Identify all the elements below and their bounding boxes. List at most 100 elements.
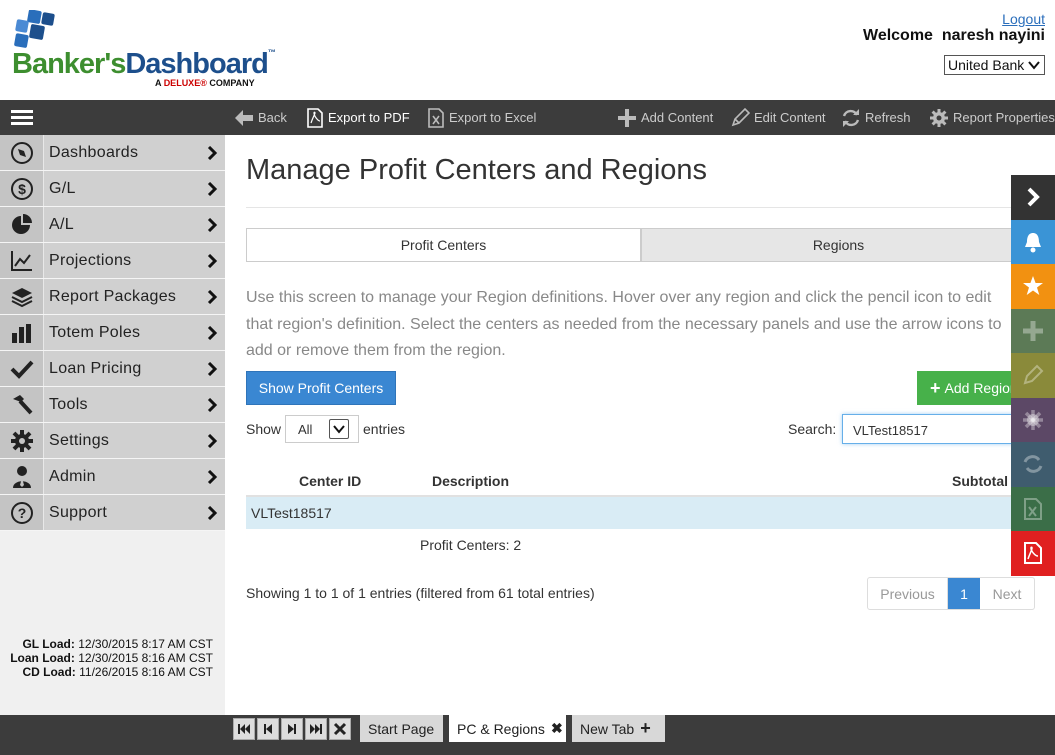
logo-subtitle: A DELUXE® COMPANY xyxy=(155,78,255,88)
export-excel-label: Export to Excel xyxy=(449,110,537,125)
sidebar-item-g-l[interactable]: $ G/L xyxy=(0,171,225,207)
search-input[interactable]: VLTest18517 xyxy=(842,414,1022,444)
sidebar: Dashboards $ G/L A/L Projections Report Packa… xyxy=(0,135,225,715)
column-header-center-id[interactable]: Center ID xyxy=(299,473,361,489)
sidebar-item-report-packages[interactable]: Report Packages xyxy=(0,279,225,315)
cell-center-id: VLTest18517 xyxy=(251,505,332,521)
regions-table: Center ID Description Subtotal VLTest185… xyxy=(246,463,1026,529)
loan-load-label: Loan Load: xyxy=(10,651,75,665)
column-header-subtotal[interactable]: Subtotal xyxy=(952,473,1008,489)
pdf-icon xyxy=(1024,542,1042,565)
quick-refresh-button[interactable] xyxy=(1011,442,1055,487)
logout-link[interactable]: Logout xyxy=(1002,11,1045,27)
refresh-button[interactable]: Refresh xyxy=(841,100,911,135)
table-header: Center ID Description Subtotal xyxy=(246,463,1026,497)
bank-select-value: United Bank xyxy=(948,57,1025,73)
add-content-button[interactable]: Add Content xyxy=(617,100,713,135)
tab-profit-centers[interactable]: Profit Centers xyxy=(246,228,641,262)
edit-content-button[interactable]: Edit Content xyxy=(730,100,826,135)
sidebar-item-support[interactable]: ? Support xyxy=(0,495,225,531)
sidebar-item-admin[interactable]: Admin xyxy=(0,459,225,495)
entries-label: entries xyxy=(363,421,406,437)
gl-load-label: GL Load: xyxy=(22,637,75,651)
show-profit-centers-button[interactable]: Show Profit Centers xyxy=(246,371,396,405)
tab-regions[interactable]: Regions xyxy=(641,228,1036,262)
sidebar-item-loan-pricing[interactable]: Loan Pricing xyxy=(0,351,225,387)
next-tab-icon[interactable] xyxy=(281,718,303,740)
question-icon: ? xyxy=(0,495,44,530)
close-all-tabs-icon[interactable] xyxy=(329,718,351,740)
back-button[interactable]: Back xyxy=(234,100,287,135)
refresh-icon xyxy=(842,108,860,127)
export-pdf-button[interactable]: Export to PDF xyxy=(306,100,410,135)
quick-pdf-button[interactable] xyxy=(1011,531,1055,576)
entries-select[interactable]: All xyxy=(285,415,359,443)
quick-star-button[interactable] xyxy=(1011,264,1055,309)
quick-plus-button[interactable] xyxy=(1011,308,1055,353)
quick-chevron-right-button[interactable] xyxy=(1011,175,1055,220)
entries-select-value: All xyxy=(298,422,313,437)
column-header-description[interactable]: Description xyxy=(432,473,509,489)
add-region-label: Add Region xyxy=(944,380,1018,396)
close-icon[interactable]: ✖ xyxy=(551,720,563,737)
last-tab-icon[interactable] xyxy=(305,718,327,740)
sidebar-item-label: Support xyxy=(44,495,225,530)
plus-icon xyxy=(1023,320,1043,341)
profit-centers-count: Profit Centers: 2 xyxy=(420,537,522,553)
cd-load-value: 11/26/2015 8:16 AM CST xyxy=(79,665,213,679)
tab-start-page[interactable]: Start Page xyxy=(360,715,443,742)
sidebar-item-totem-poles[interactable]: Totem Poles xyxy=(0,315,225,351)
star-icon xyxy=(1023,276,1043,296)
previous-tab-icon[interactable] xyxy=(257,718,279,740)
refresh-icon xyxy=(1023,455,1043,473)
quick-gear-button[interactable] xyxy=(1011,397,1055,442)
loan-load-value: 12/30/2015 8:16 AM CST xyxy=(78,651,213,665)
data-load-info: GL Load: 12/30/2015 8:17 AM CST Loan Loa… xyxy=(0,637,213,679)
bar-chart-icon xyxy=(0,315,44,350)
export-pdf-label: Export to PDF xyxy=(328,110,410,125)
quick-pencil-button[interactable] xyxy=(1011,353,1055,398)
bank-select[interactable]: United Bank xyxy=(944,55,1045,75)
chevron-right-icon xyxy=(207,506,218,520)
next-page-button[interactable]: Next xyxy=(980,578,1034,609)
svg-text:?: ? xyxy=(17,505,26,521)
plus-icon[interactable]: + xyxy=(640,718,651,739)
quick-excel-button[interactable] xyxy=(1011,486,1055,531)
report-properties-button[interactable]: Report Properties xyxy=(929,100,1055,135)
line-chart-icon xyxy=(0,243,44,278)
logo-wordmark: Banker'sDashboard™ xyxy=(12,48,276,80)
table-row[interactable]: VLTest18517 xyxy=(246,497,1026,529)
logo-mark-icon xyxy=(14,10,55,48)
chevron-right-icon xyxy=(207,146,218,160)
chevron-right-icon xyxy=(207,398,218,412)
page-1-button[interactable]: 1 xyxy=(948,578,980,609)
quick-bell-button[interactable] xyxy=(1011,219,1055,264)
pencil-icon xyxy=(731,107,750,126)
welcome-text: Welcome naresh nayini xyxy=(863,27,1045,44)
sidebar-item-label: Admin xyxy=(44,459,225,494)
cd-load-label: CD Load: xyxy=(22,665,76,679)
arrow-left-icon xyxy=(235,109,253,126)
export-excel-button[interactable]: Export to Excel xyxy=(427,100,536,135)
dollar-icon: $ xyxy=(0,171,44,206)
sidebar-item-a-l[interactable]: A/L xyxy=(0,207,225,243)
bell-icon xyxy=(1025,232,1041,253)
hamburger-menu-icon[interactable] xyxy=(11,110,33,126)
chevron-right-icon xyxy=(207,182,218,196)
sidebar-item-dashboards[interactable]: Dashboards xyxy=(0,135,225,171)
bankers-dashboard-logo[interactable]: Banker'sDashboard™ A DELUXE® COMPANY xyxy=(12,10,276,90)
chevron-right-icon xyxy=(207,218,218,232)
search-label: Search: xyxy=(788,421,837,437)
tab-new-tab[interactable]: New Tab + xyxy=(572,715,665,742)
svg-text:$: $ xyxy=(18,181,26,197)
tab-pc-regions[interactable]: PC & Regions ✖ xyxy=(449,715,566,742)
sidebar-item-tools[interactable]: Tools xyxy=(0,387,225,423)
first-tab-icon[interactable] xyxy=(233,718,255,740)
sidebar-item-projections[interactable]: Projections xyxy=(0,243,225,279)
chevron-right-icon xyxy=(207,254,218,268)
previous-page-button[interactable]: Previous xyxy=(868,578,948,609)
tab-navigation xyxy=(233,718,351,742)
sidebar-item-settings[interactable]: Settings xyxy=(0,423,225,459)
sidebar-item-label: Projections xyxy=(44,243,225,278)
chevron-right-icon xyxy=(207,290,218,304)
